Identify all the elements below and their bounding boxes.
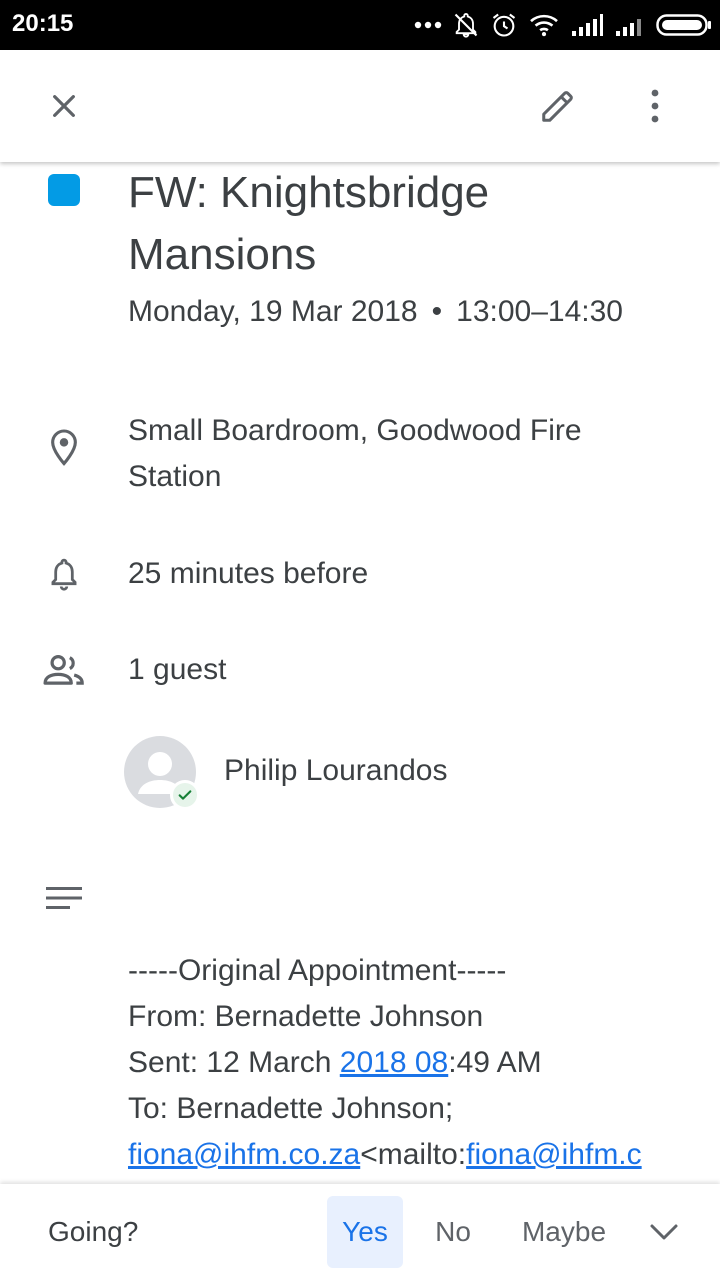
event-title: FW: Knightsbridge Mansions bbox=[128, 168, 490, 279]
app-bar bbox=[0, 50, 720, 162]
bell-off-icon bbox=[454, 13, 478, 38]
event-date: Monday, 19 Mar 2018 bbox=[128, 295, 418, 328]
email-link[interactable]: fiona@ihfm.c bbox=[466, 1138, 642, 1171]
bell-icon bbox=[51, 558, 77, 591]
edit-button[interactable] bbox=[530, 78, 586, 134]
description-text: :49 AM bbox=[448, 1046, 542, 1079]
guest-name[interactable]: Philip Lourandos bbox=[224, 754, 448, 788]
email-link[interactable]: fiona@ihfm.co.za bbox=[128, 1138, 360, 1171]
datetime-separator: • bbox=[431, 295, 443, 328]
rsvp-bar: Going? Yes No Maybe bbox=[0, 1184, 720, 1280]
status-icons bbox=[414, 8, 712, 42]
description-text: Sent: 12 March bbox=[128, 1046, 340, 1079]
chevron-down-icon bbox=[650, 1224, 678, 1240]
description-line: -----Original Appointment----- bbox=[128, 954, 507, 987]
guest-count: 1 guest bbox=[128, 653, 227, 686]
event-datetime: Monday, 19 Mar 2018 • 13:00–14:30 bbox=[128, 295, 623, 329]
event-details: FW: Knightsbridge Mansions Monday, 19 Ma… bbox=[0, 162, 720, 1184]
description-line: From: Bernadette Johnson bbox=[128, 1000, 484, 1033]
more-options-button[interactable] bbox=[627, 78, 683, 134]
description-line: Sent: 12 March 2018 08:49 AM bbox=[128, 1040, 642, 1086]
location-pin-icon bbox=[51, 429, 77, 466]
rsvp-expand-button[interactable] bbox=[640, 1208, 688, 1256]
close-button[interactable] bbox=[36, 78, 92, 134]
rsvp-question: Going? bbox=[48, 1216, 139, 1247]
status-time: 20:15 bbox=[12, 10, 74, 37]
event-time-range: 13:00–14:30 bbox=[456, 295, 623, 328]
event-description: -----Original Appointment----- From: Ber… bbox=[128, 948, 642, 1178]
close-icon bbox=[53, 95, 75, 117]
guest-accepted-badge bbox=[170, 780, 200, 810]
notes-icon bbox=[46, 887, 82, 909]
description-line: fiona@ihfm.co.za<mailto:fiona@ihfm.c bbox=[128, 1132, 642, 1178]
rsvp-maybe-button[interactable]: Maybe bbox=[504, 1196, 624, 1268]
rsvp-yes-button[interactable]: Yes bbox=[327, 1196, 403, 1268]
reminder-row-icon bbox=[40, 550, 88, 598]
description-text: <mailto: bbox=[360, 1138, 467, 1171]
people-icon bbox=[43, 655, 84, 685]
description-row-icon bbox=[40, 874, 88, 922]
signal-icon-2 bbox=[616, 19, 641, 36]
alarm-icon bbox=[492, 13, 516, 37]
check-icon bbox=[178, 790, 192, 800]
more-vert-icon bbox=[651, 89, 659, 123]
event-location[interactable]: Small Boardroom, Goodwood Fire Station bbox=[128, 408, 628, 500]
battery-icon bbox=[656, 14, 711, 36]
pencil-icon bbox=[542, 91, 573, 122]
guests-row-icon bbox=[40, 646, 88, 694]
status-bar: 20:15 bbox=[0, 0, 720, 50]
more-dots-icon bbox=[414, 21, 442, 29]
wifi-icon bbox=[530, 14, 558, 37]
location-row-icon bbox=[40, 424, 88, 472]
rsvp-no-button[interactable]: No bbox=[420, 1196, 486, 1268]
event-color-chip bbox=[48, 174, 80, 206]
signal-icon bbox=[572, 14, 603, 36]
event-reminder: 25 minutes before bbox=[128, 557, 369, 590]
description-link[interactable]: 2018 08 bbox=[340, 1046, 448, 1079]
description-line: To: Bernadette Johnson; bbox=[128, 1092, 454, 1125]
